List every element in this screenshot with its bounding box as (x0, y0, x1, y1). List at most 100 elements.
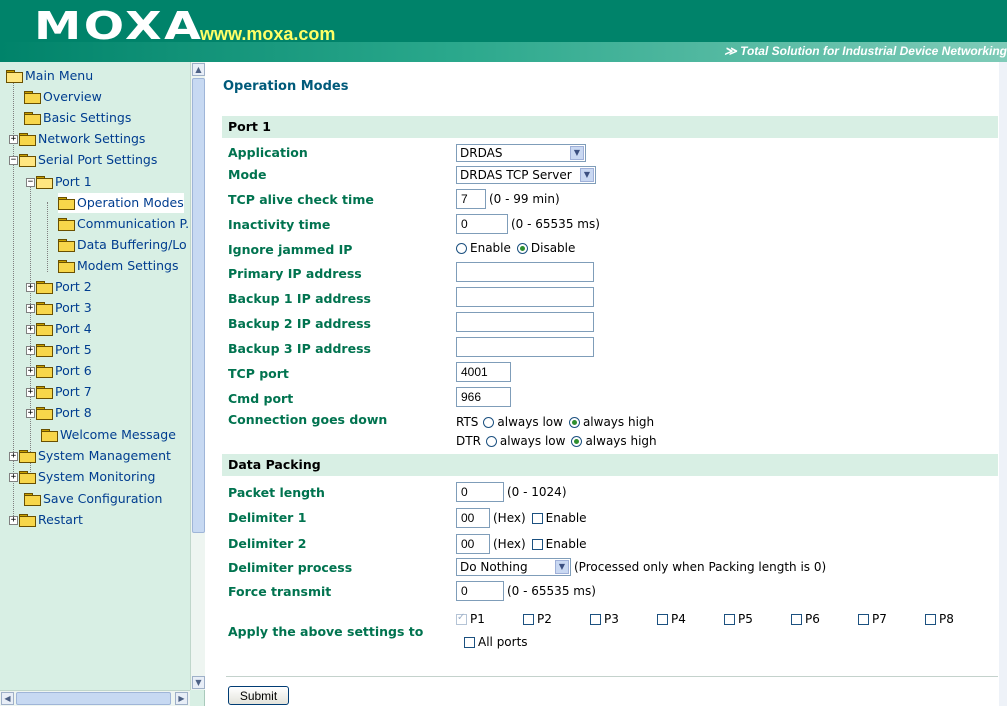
expand-plus-icon[interactable]: + (26, 324, 35, 334)
delimiter1-enable-checkbox[interactable] (531, 512, 543, 524)
tree-item-port7[interactable]: + Port 7 (26, 382, 92, 402)
tree-item-basic-settings[interactable]: Basic Settings (24, 108, 131, 128)
tree-item-port3[interactable]: + Port 3 (26, 298, 92, 318)
folder-icon (24, 112, 41, 125)
tree-item-port8[interactable]: + Port 8 (26, 403, 92, 423)
expand-plus-icon[interactable]: + (26, 387, 35, 397)
expand-plus-icon[interactable]: + (26, 345, 35, 355)
folder-icon (36, 365, 53, 378)
dtr-always-low-radio[interactable] (485, 435, 497, 447)
force-transmit-input[interactable]: 0 (456, 581, 504, 601)
ignore-jammed-enable-radio[interactable] (456, 242, 467, 254)
tree-item-operation-modes[interactable]: Operation Modes (58, 193, 184, 213)
tcp-port-input[interactable]: 4001 (456, 362, 511, 382)
packet-length-label: Packet length (228, 485, 325, 500)
collapse-minus-icon[interactable]: − (26, 177, 35, 187)
connection-down-label: Connection goes down (228, 412, 388, 427)
folder-icon (24, 91, 41, 104)
tree-item-port5[interactable]: + Port 5 (26, 340, 92, 360)
backup1-ip-label: Backup 1 IP address (228, 291, 371, 306)
application-select[interactable]: DRDAS ▼ (456, 144, 586, 162)
expand-plus-icon[interactable]: + (9, 451, 18, 461)
tree-vertical-scrollbar[interactable]: ▲ ▼ (190, 62, 205, 690)
folder-icon (36, 323, 53, 336)
scroll-right-arrow-icon[interactable]: ▶ (175, 692, 188, 705)
site-url[interactable]: www.moxa.com (200, 24, 335, 45)
tree-item-network-settings[interactable]: + Network Settings (9, 129, 145, 149)
backup2-ip-input[interactable] (456, 312, 594, 332)
apply-all-ports-checkbox[interactable] (464, 636, 475, 648)
tcp-alive-label: TCP alive check time (228, 192, 374, 207)
folder-icon (36, 344, 53, 357)
expand-plus-icon[interactable]: + (9, 134, 18, 144)
packet-length-input[interactable]: 0 (456, 482, 504, 502)
inactivity-input[interactable]: 0 (456, 214, 508, 234)
rts-always-high-radio[interactable] (568, 416, 580, 428)
folder-icon (58, 218, 75, 231)
apply-port-p5-checkbox[interactable] (724, 613, 735, 625)
expand-plus-icon[interactable]: + (26, 282, 35, 292)
moxa-logo: MOXA (34, 4, 204, 48)
tree-item-modem-settings[interactable]: Modem Settings (58, 256, 178, 276)
inactivity-unit: (0 - 65535 ms) (511, 217, 600, 231)
tree-item-port6[interactable]: + Port 6 (26, 361, 92, 381)
scrollbar-thumb[interactable] (16, 692, 171, 705)
expand-plus-icon[interactable]: + (26, 408, 35, 418)
tree-horizontal-scrollbar[interactable]: ◀ ▶ (0, 690, 190, 706)
tree-item-overview[interactable]: Overview (24, 87, 102, 107)
tree-item-system-management[interactable]: + System Management (9, 446, 171, 466)
mode-select[interactable]: DRDAS TCP Server ▼ (456, 166, 596, 184)
form-divider (226, 676, 998, 677)
tree-main-menu[interactable]: Main Menu (6, 66, 93, 86)
tree-item-welcome-message[interactable]: Welcome Message (41, 425, 176, 445)
apply-port-p3-checkbox[interactable] (590, 613, 601, 625)
delimiter2-enable-checkbox[interactable] (531, 538, 543, 550)
tcp-port-label: TCP port (228, 366, 289, 381)
header-tagline: ≫ Total Solution for Industrial Device N… (724, 44, 1007, 58)
collapse-minus-icon[interactable]: − (9, 155, 18, 165)
folder-icon (58, 239, 75, 252)
main-vertical-scrollbar[interactable] (999, 62, 1007, 706)
scroll-left-arrow-icon[interactable]: ◀ (1, 692, 14, 705)
apply-port-p6-checkbox[interactable] (791, 613, 802, 625)
delimiter2-input[interactable]: 00 (456, 534, 490, 554)
folder-open-icon (6, 70, 23, 83)
folder-icon (19, 471, 36, 484)
apply-port-p4-checkbox[interactable] (657, 613, 668, 625)
expand-plus-icon[interactable]: + (26, 303, 35, 313)
dtr-always-high-radio[interactable] (571, 435, 583, 447)
backup1-ip-input[interactable] (456, 287, 594, 307)
apply-port-p8-checkbox[interactable] (925, 613, 936, 625)
scroll-down-arrow-icon[interactable]: ▼ (192, 676, 205, 689)
backup2-ip-label: Backup 2 IP address (228, 316, 371, 331)
rts-always-low-radio[interactable] (483, 416, 495, 428)
tree-item-port1[interactable]: − Port 1 (26, 172, 92, 192)
tree-item-system-monitoring[interactable]: + System Monitoring (9, 467, 155, 487)
tree-item-save-configuration[interactable]: Save Configuration (24, 489, 162, 509)
submit-button[interactable]: Submit (228, 686, 289, 705)
tree-item-data-buffering[interactable]: Data Buffering/Lo (58, 235, 187, 255)
tree-item-serial-port-settings[interactable]: − Serial Port Settings (9, 150, 157, 170)
tcp-alive-input[interactable]: 7 (456, 189, 486, 209)
backup3-ip-input[interactable] (456, 337, 594, 357)
cmd-port-input[interactable]: 966 (456, 387, 511, 407)
expand-plus-icon[interactable]: + (26, 366, 35, 376)
force-transmit-label: Force transmit (228, 584, 332, 599)
tree-item-port4[interactable]: + Port 4 (26, 319, 92, 339)
backup3-ip-label: Backup 3 IP address (228, 341, 371, 356)
scrollbar-thumb[interactable] (192, 78, 205, 533)
folder-open-icon (19, 154, 36, 167)
apply-port-p7-checkbox[interactable] (858, 613, 869, 625)
tree-item-communication[interactable]: Communication P. (58, 214, 189, 234)
apply-port-p2-checkbox[interactable] (523, 613, 534, 625)
ignore-jammed-disable-radio[interactable] (516, 242, 528, 254)
tree-item-restart[interactable]: + Restart (9, 510, 83, 530)
expand-plus-icon[interactable]: + (9, 515, 18, 525)
delimiter-process-select[interactable]: Do Nothing ▼ (456, 558, 571, 576)
primary-ip-input[interactable] (456, 262, 594, 282)
scroll-up-arrow-icon[interactable]: ▲ (192, 63, 205, 76)
expand-plus-icon[interactable]: + (9, 472, 18, 482)
tree-item-port2[interactable]: + Port 2 (26, 277, 92, 297)
delimiter1-input[interactable]: 00 (456, 508, 490, 528)
section-port-header: Port 1 (222, 116, 998, 138)
